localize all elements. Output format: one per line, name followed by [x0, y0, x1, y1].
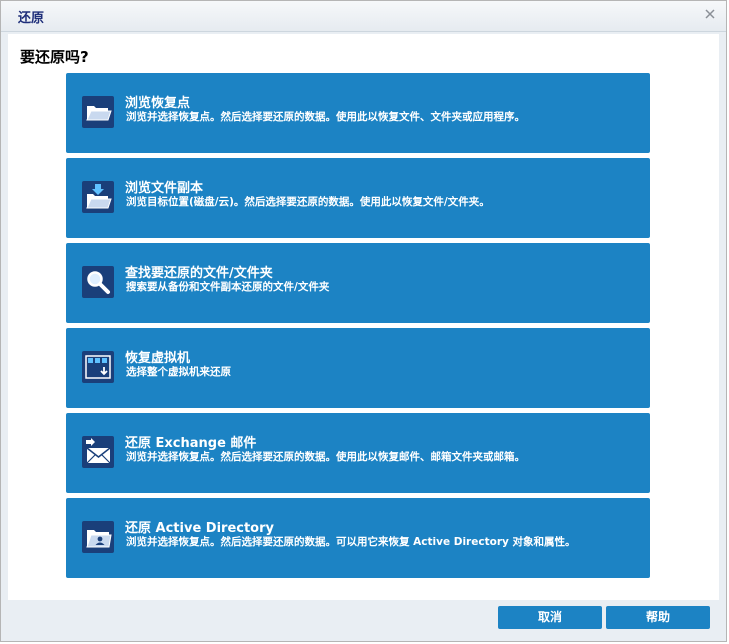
option-title: 恢复虚拟机	[125, 351, 191, 366]
option-title: 还原 Active Directory	[125, 521, 274, 536]
option-title: 还原 Exchange 邮件	[125, 436, 257, 451]
dialog-content: 要还原吗? 浏览恢复点 浏览并选择恢复点。然后选择要还原的数据。使用此以恢复文件…	[8, 34, 719, 600]
option-find-files[interactable]: 查找要还原的文件/文件夹 搜索要从备份和文件副本还原的文件/文件夹	[66, 243, 650, 323]
directory-icon	[82, 521, 114, 553]
option-restore-exchange-mail[interactable]: 还原 Exchange 邮件 浏览并选择恢复点。然后选择要还原的数据。使用此以恢…	[66, 413, 650, 493]
mail-icon	[82, 436, 114, 468]
virtual-machine-icon	[82, 351, 114, 383]
option-browse-recovery-points[interactable]: 浏览恢复点 浏览并选择恢复点。然后选择要还原的数据。使用此以恢复文件、文件夹或应…	[66, 73, 650, 153]
cancel-button[interactable]: 取消	[498, 606, 602, 629]
option-description: 浏览并选择恢复点。然后选择要还原的数据。使用此以恢复邮件、邮箱文件夹或邮箱。	[126, 451, 525, 463]
option-title: 浏览恢复点	[125, 96, 191, 111]
option-restore-active-directory[interactable]: 还原 Active Directory 浏览并选择恢复点。然后选择要还原的数据。…	[66, 498, 650, 578]
option-description: 选择整个虚拟机来还原	[126, 366, 231, 378]
restore-dialog: 还原 要还原吗? 浏览恢复点 浏览并选择恢复点。然后选择要还原的数据。使用此以恢…	[0, 0, 727, 642]
close-icon[interactable]	[702, 6, 718, 22]
question-heading: 要还原吗?	[20, 48, 89, 66]
option-recover-vm[interactable]: 恢复虚拟机 选择整个虚拟机来还原	[66, 328, 650, 408]
option-title: 浏览文件副本	[125, 181, 204, 196]
open-folder-icon	[82, 96, 114, 128]
option-description: 浏览并选择恢复点。然后选择要还原的数据。使用此以恢复文件、文件夹或应用程序。	[126, 111, 525, 123]
dialog-footer: 取消 帮助	[1, 599, 726, 641]
option-description: 浏览目标位置(磁盘/云)。然后选择要还原的数据。使用此以恢复文件/文件夹。	[126, 196, 490, 208]
option-browse-file-copies[interactable]: 浏览文件副本 浏览目标位置(磁盘/云)。然后选择要还原的数据。使用此以恢复文件/…	[66, 158, 650, 238]
dialog-title: 还原	[18, 11, 45, 26]
search-icon	[82, 266, 114, 298]
option-title: 查找要还原的文件/文件夹	[125, 266, 273, 281]
option-description: 搜索要从备份和文件副本还原的文件/文件夹	[126, 281, 330, 293]
help-button[interactable]: 帮助	[606, 606, 710, 629]
option-description: 浏览并选择恢复点。然后选择要还原的数据。可以用它来恢复 Active Direc…	[126, 536, 576, 548]
title-bar[interactable]: 还原	[1, 1, 726, 32]
folder-download-icon	[82, 181, 114, 213]
